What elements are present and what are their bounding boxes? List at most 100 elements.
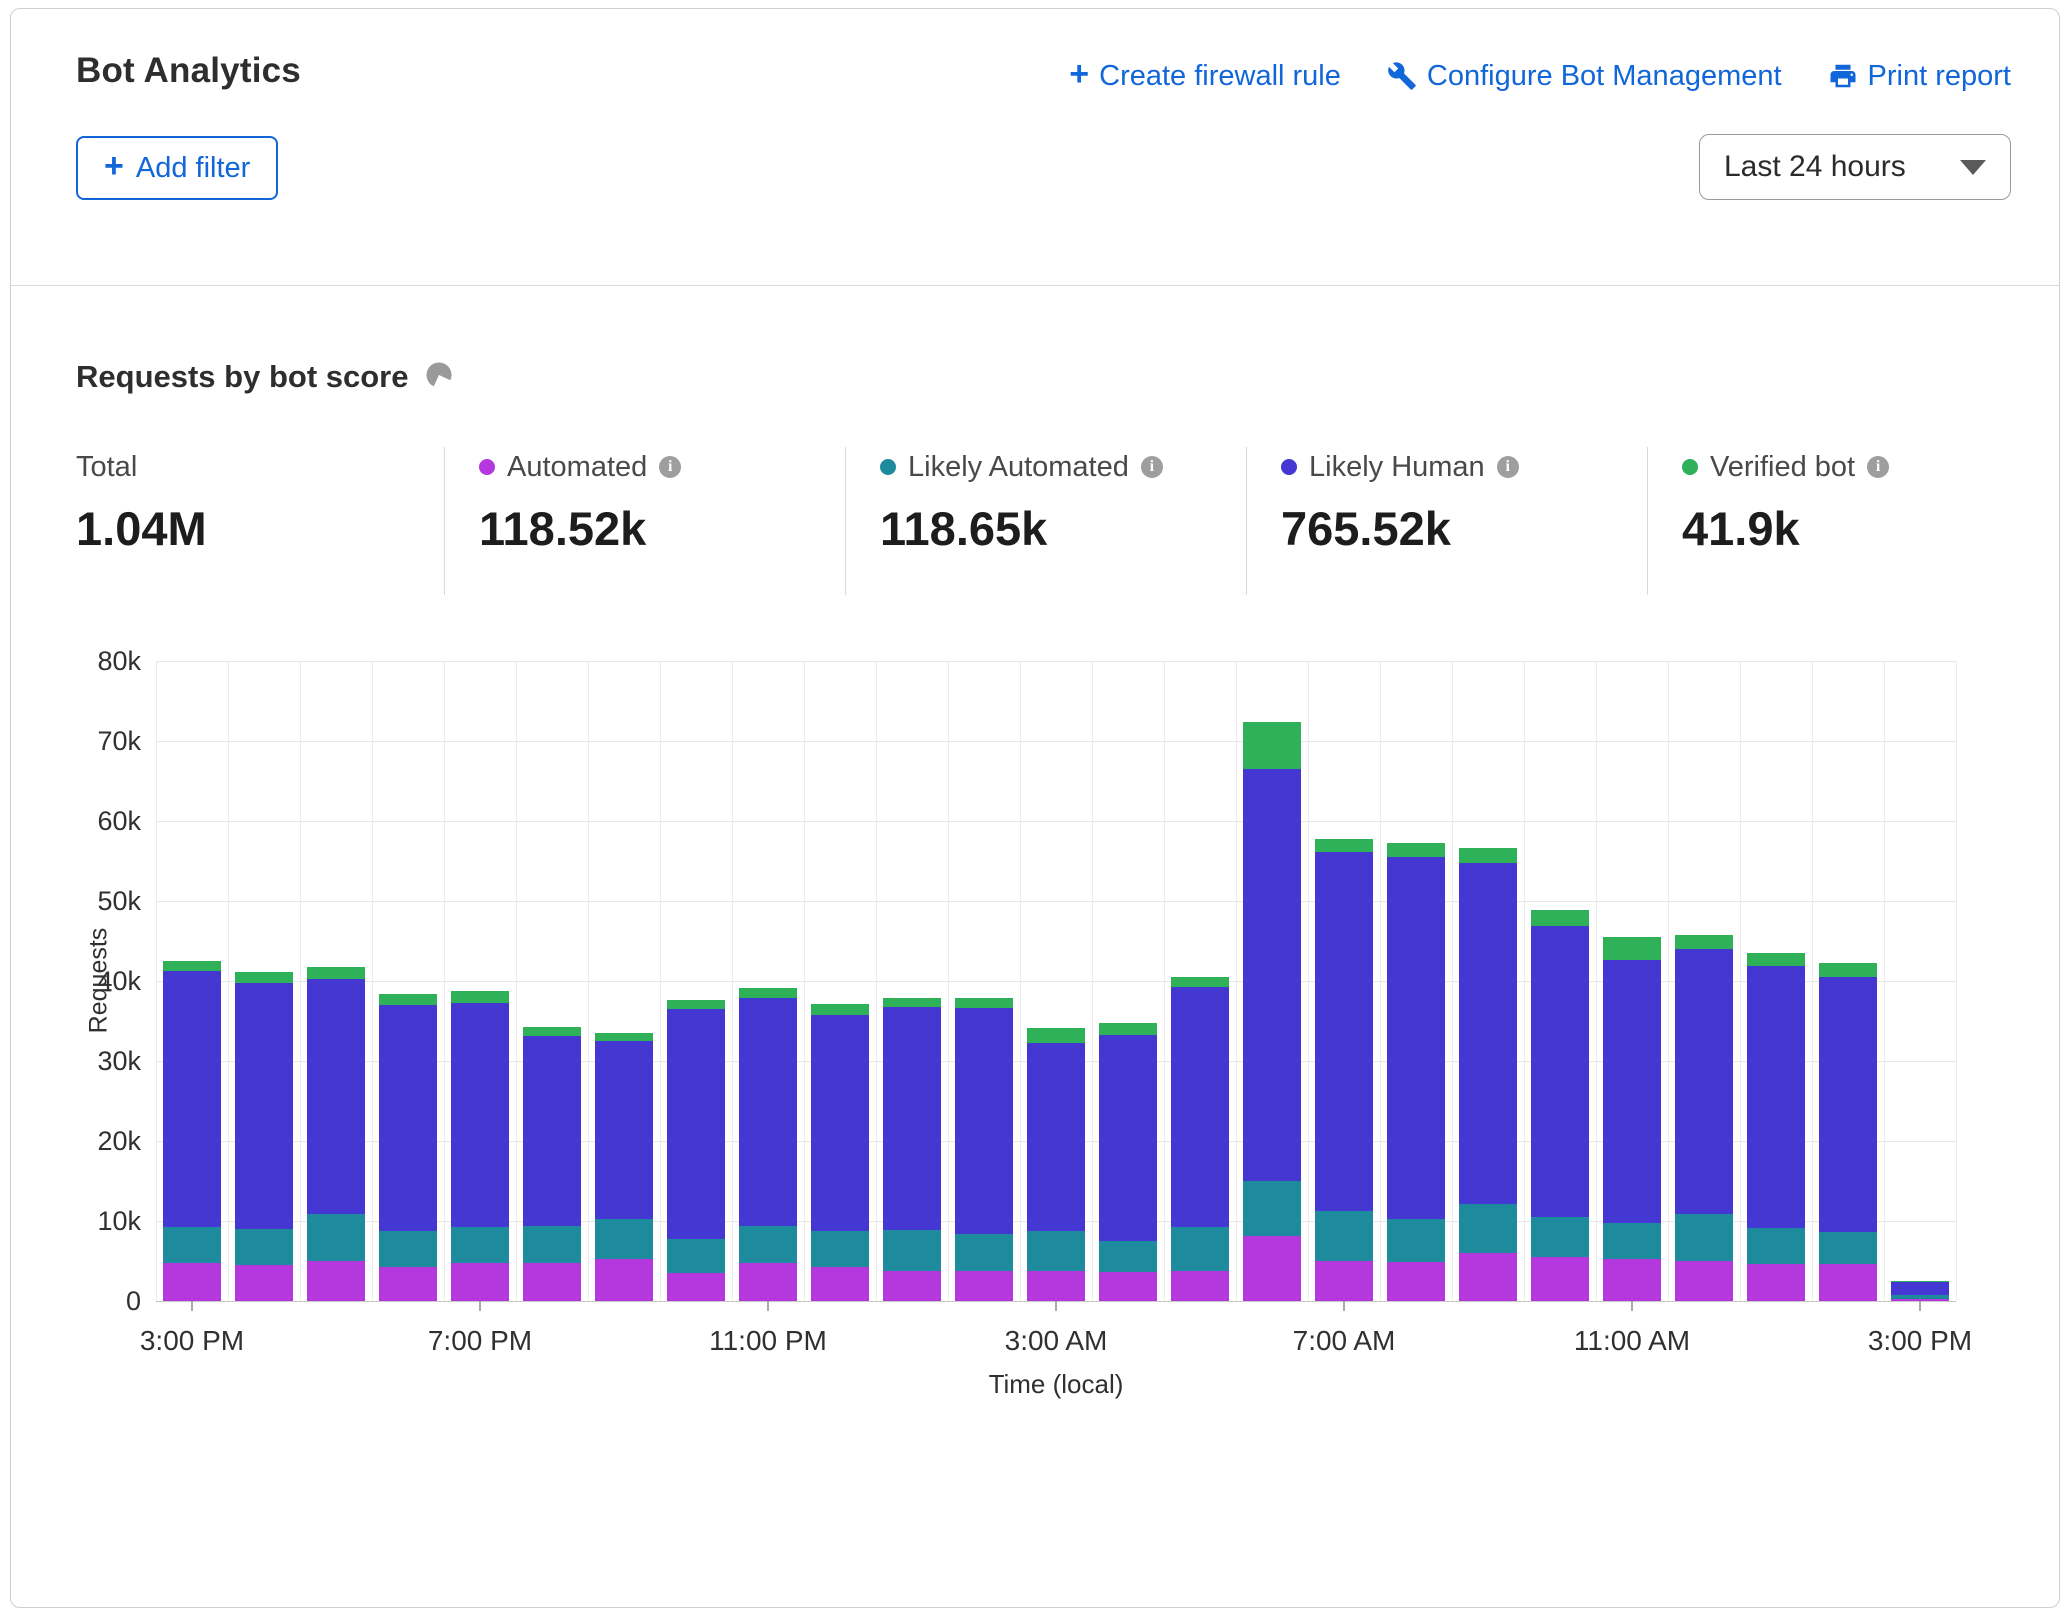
bar-segment-automated <box>1531 1257 1589 1301</box>
x-axis-tick-label: 3:00 PM <box>112 1325 272 1357</box>
bar-segment-verified-bot <box>523 1027 581 1036</box>
bar-segment-likely-human <box>379 1005 437 1231</box>
bar-segment-likely-automated <box>163 1227 221 1263</box>
bar-segment-likely-human <box>235 983 293 1229</box>
bar-segment-automated <box>595 1259 653 1301</box>
x-axis-tick <box>1631 1301 1633 1311</box>
bar-segment-verified-bot <box>667 1000 725 1009</box>
gridline-vertical <box>1524 661 1525 1301</box>
gridline-horizontal <box>156 661 1956 662</box>
bar-segment-verified-bot <box>739 988 797 998</box>
bar-segment-likely-human <box>1819 977 1877 1232</box>
bar-segment-likely-automated <box>451 1227 509 1263</box>
bar-segment-likely-automated <box>811 1231 869 1267</box>
bar-segment-automated <box>307 1261 365 1301</box>
bar-segment-likely-human <box>1243 769 1301 1181</box>
bar-segment-automated <box>955 1271 1013 1301</box>
bar-segment-likely-automated <box>379 1231 437 1267</box>
gridline-vertical <box>1956 661 1957 1301</box>
bar-segment-likely-automated <box>1459 1204 1517 1253</box>
x-axis-tick-label: 7:00 PM <box>400 1325 560 1357</box>
bar-segment-verified-bot <box>379 994 437 1005</box>
x-axis-tick <box>1055 1301 1057 1311</box>
bar-segment-likely-human <box>883 1007 941 1229</box>
bar-segment-automated <box>1387 1262 1445 1301</box>
gridline-vertical <box>1668 661 1669 1301</box>
bar-segment-likely-automated <box>1387 1219 1445 1261</box>
bar-segment-likely-automated <box>739 1226 797 1264</box>
bar-segment-automated <box>1819 1264 1877 1301</box>
gridline-vertical <box>1020 661 1021 1301</box>
bar-segment-likely-automated <box>883 1230 941 1272</box>
y-axis-tick-label: 30k <box>71 1046 141 1077</box>
gridline-vertical <box>804 661 805 1301</box>
bar-segment-automated <box>451 1263 509 1301</box>
bar-segment-likely-automated <box>667 1239 725 1273</box>
bar-segment-likely-automated <box>1099 1241 1157 1272</box>
bar-segment-likely-human <box>1315 852 1373 1211</box>
bar-segment-likely-human <box>595 1041 653 1219</box>
bar-segment-likely-automated <box>1675 1214 1733 1261</box>
gridline-vertical <box>948 661 949 1301</box>
bar-segment-automated <box>379 1267 437 1301</box>
gridline-vertical <box>1596 661 1597 1301</box>
bar-segment-verified-bot <box>1459 848 1517 863</box>
bar-segment-likely-automated <box>235 1229 293 1265</box>
bar-segment-likely-human <box>163 971 221 1228</box>
bar-segment-automated <box>1747 1264 1805 1301</box>
bar-segment-likely-automated <box>1243 1181 1301 1236</box>
bar-segment-likely-automated <box>955 1234 1013 1271</box>
bar-segment-likely-automated <box>307 1214 365 1261</box>
gridline-vertical <box>1164 661 1165 1301</box>
y-axis-tick-label: 80k <box>71 646 141 677</box>
gridline-vertical <box>300 661 301 1301</box>
x-axis-tick <box>479 1301 481 1311</box>
bar-segment-automated <box>1099 1272 1157 1301</box>
bar-segment-likely-automated <box>1819 1232 1877 1264</box>
bar-segment-likely-automated <box>1315 1211 1373 1261</box>
bar-segment-verified-bot <box>307 967 365 979</box>
bar-segment-automated <box>1675 1261 1733 1301</box>
x-axis-tick-label: 3:00 PM <box>1840 1325 2000 1357</box>
bar-segment-verified-bot <box>1243 722 1301 769</box>
bar-segment-automated <box>1171 1271 1229 1301</box>
bar-segment-automated <box>739 1263 797 1301</box>
bar-segment-automated <box>1243 1236 1301 1301</box>
gridline-vertical <box>516 661 517 1301</box>
bar-segment-verified-bot <box>451 991 509 1003</box>
bar-segment-likely-human <box>1603 960 1661 1222</box>
bar-segment-likely-automated <box>1891 1295 1949 1298</box>
bar-segment-verified-bot <box>235 972 293 982</box>
bar-segment-verified-bot <box>1315 839 1373 853</box>
bar-segment-verified-bot <box>1171 977 1229 987</box>
bar-segment-verified-bot <box>1531 910 1589 926</box>
y-axis-tick-label: 50k <box>71 886 141 917</box>
bar-segment-verified-bot <box>1027 1028 1085 1043</box>
bar-segment-likely-automated <box>1747 1228 1805 1264</box>
gridline-vertical <box>660 661 661 1301</box>
gridline-vertical <box>1380 661 1381 1301</box>
bar-segment-automated <box>1315 1261 1373 1301</box>
gridline-vertical <box>1812 661 1813 1301</box>
bar-segment-likely-automated <box>1027 1231 1085 1271</box>
bar-segment-likely-automated <box>523 1226 581 1263</box>
bar-segment-likely-human <box>523 1036 581 1226</box>
bar-segment-likely-automated <box>595 1219 653 1259</box>
bar-segment-likely-human <box>1099 1035 1157 1241</box>
bar-segment-likely-human <box>451 1003 509 1227</box>
bar-segment-automated <box>523 1263 581 1301</box>
bar-segment-verified-bot <box>1747 953 1805 966</box>
bot-analytics-card: Bot Analytics + Create firewall rule Con… <box>10 8 2060 1608</box>
bar-segment-likely-human <box>307 979 365 1213</box>
gridline-vertical <box>1884 661 1885 1301</box>
bar-segment-likely-human <box>667 1009 725 1239</box>
bar-segment-likely-human <box>955 1008 1013 1234</box>
x-axis-tick <box>767 1301 769 1311</box>
bar-segment-verified-bot <box>1099 1023 1157 1034</box>
gridline-vertical <box>372 661 373 1301</box>
bar-segment-verified-bot <box>163 961 221 971</box>
gridline-vertical <box>732 661 733 1301</box>
y-axis-tick-label: 0 <box>71 1286 141 1317</box>
bar-segment-verified-bot <box>883 998 941 1008</box>
bar-segment-verified-bot <box>1387 843 1445 857</box>
